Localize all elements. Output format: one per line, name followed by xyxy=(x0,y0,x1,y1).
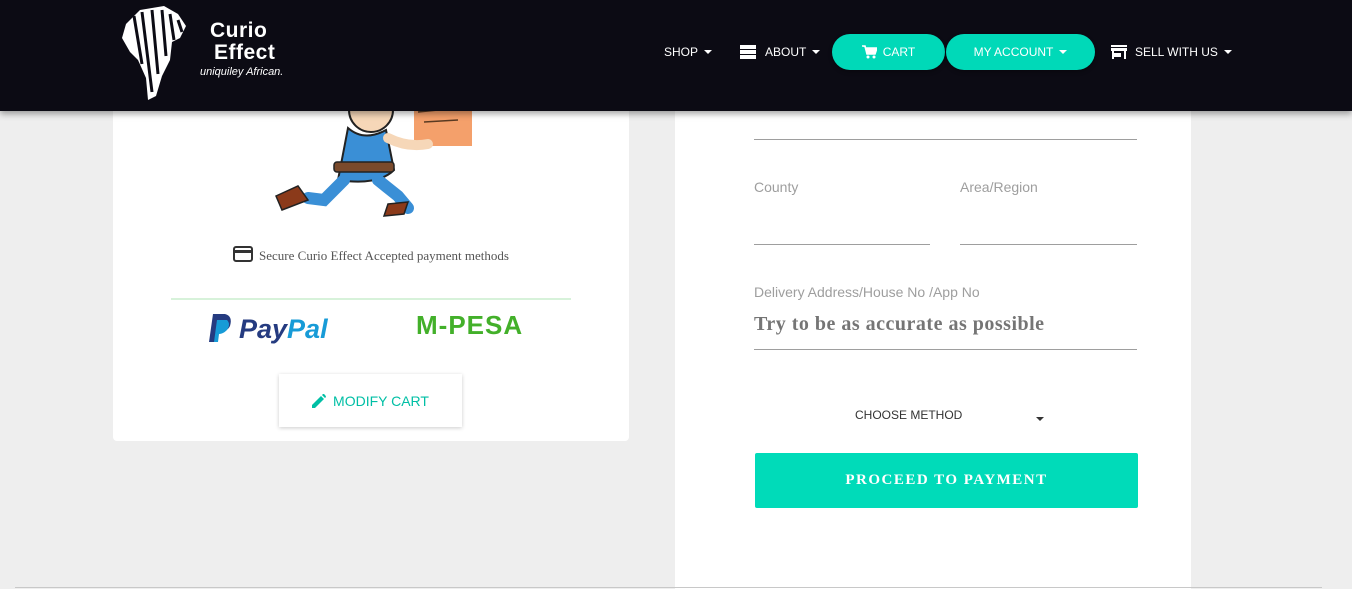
delivery-address-underline xyxy=(754,349,1137,350)
nav-shop-label: SHOP xyxy=(664,45,699,59)
order-summary-card: Secure Curio Effect Accepted payment met… xyxy=(113,100,629,441)
nav-about[interactable]: ABOUT xyxy=(740,34,821,70)
mpesa-logo: M-PESA xyxy=(416,310,524,340)
paypal-logo: PayPal xyxy=(207,312,328,345)
paypal-p-icon xyxy=(209,314,231,342)
chevron-down-icon xyxy=(704,50,713,54)
delivery-address-label: Delivery Address/House No /App No xyxy=(754,284,980,300)
delivery-method-select[interactable]: CHOOSE METHOD xyxy=(855,408,962,422)
nav-about-label: ABOUT xyxy=(765,45,807,59)
chevron-down-icon[interactable] xyxy=(1036,417,1044,421)
brand-logo[interactable]: Curio Effect uniquiley African. xyxy=(120,4,300,102)
page-bottom-divider xyxy=(15,587,1322,588)
top-navbar: Curio Effect uniquiley African. SHOP ABO… xyxy=(0,0,1352,111)
menu-lines-icon xyxy=(740,45,756,59)
chevron-down-icon xyxy=(812,50,821,54)
africa-map-icon xyxy=(122,6,186,100)
store-icon xyxy=(1111,45,1127,59)
modify-cart-label: MODIFY CART xyxy=(333,392,429,409)
pencil-icon xyxy=(312,393,327,408)
credit-card-icon xyxy=(233,246,254,262)
brand-name: Curio Effect xyxy=(210,19,276,64)
area-region-label: Area/Region xyxy=(960,179,1038,195)
nav-sell[interactable]: SELL WITH US xyxy=(1111,34,1232,70)
proceed-to-payment-button[interactable]: PROCEED TO PAYMENT xyxy=(755,453,1138,508)
secure-text: Secure Curio Effect Accepted payment met… xyxy=(259,248,509,263)
nav-cart-label: CART xyxy=(882,45,916,59)
modify-cart-button[interactable]: MODIFY CART xyxy=(279,374,462,427)
chevron-down-icon xyxy=(1059,50,1068,54)
county-input[interactable] xyxy=(754,244,930,245)
brand-tagline: uniquiley African. xyxy=(200,66,284,78)
secure-payment-caption: Secure Curio Effect Accepted payment met… xyxy=(113,246,629,264)
shipping-form-card: County Area/Region Delivery Address/Hous… xyxy=(675,100,1191,589)
previous-field-underline xyxy=(754,139,1137,140)
delivery-man-illustration xyxy=(275,100,472,217)
divider xyxy=(171,298,571,300)
nav-sell-label: SELL WITH US xyxy=(1135,45,1218,59)
chevron-down-icon xyxy=(1223,50,1232,54)
area-region-input[interactable] xyxy=(960,244,1137,245)
nav-cart-button[interactable]: CART xyxy=(832,34,945,70)
delivery-address-input[interactable]: Try to be as accurate as possible xyxy=(754,313,1137,336)
nav-account-label: MY ACCOUNT xyxy=(973,45,1054,59)
nav-account-button[interactable]: MY ACCOUNT xyxy=(946,34,1095,70)
nav-shop[interactable]: SHOP xyxy=(664,34,713,70)
cart-icon xyxy=(861,45,877,59)
county-label: County xyxy=(754,179,799,195)
